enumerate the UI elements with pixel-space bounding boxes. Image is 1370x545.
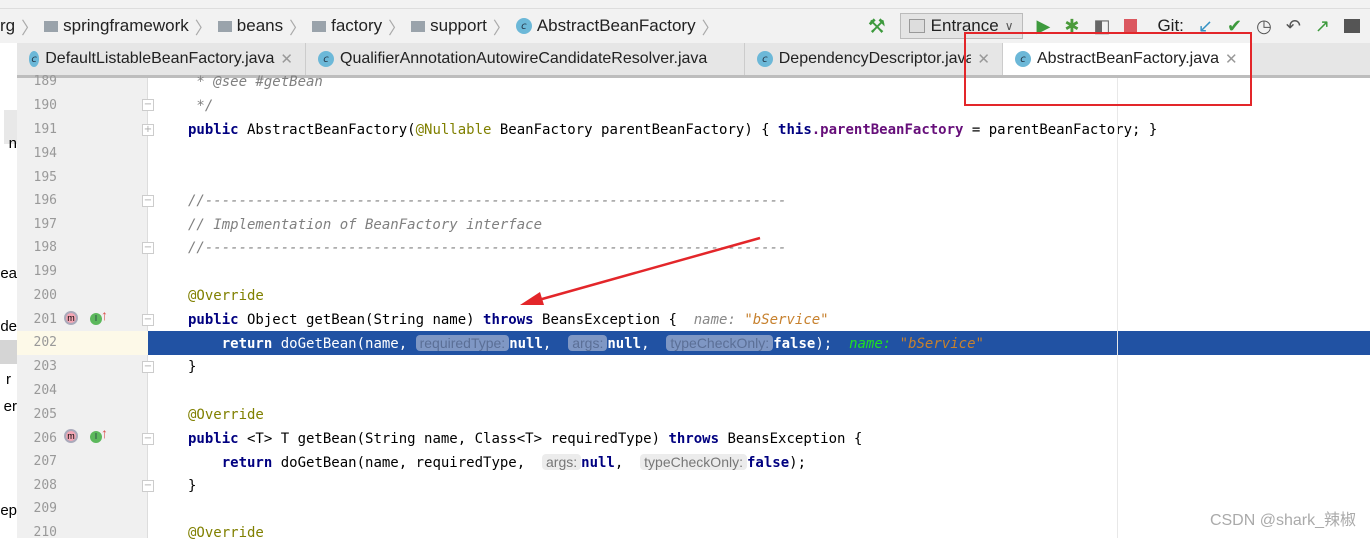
arrow-line (534, 236, 761, 303)
watermark: CSDN @shark_辣椒 (1209, 512, 1356, 529)
arrow-head (520, 292, 544, 305)
highlight-box (964, 32, 1252, 106)
